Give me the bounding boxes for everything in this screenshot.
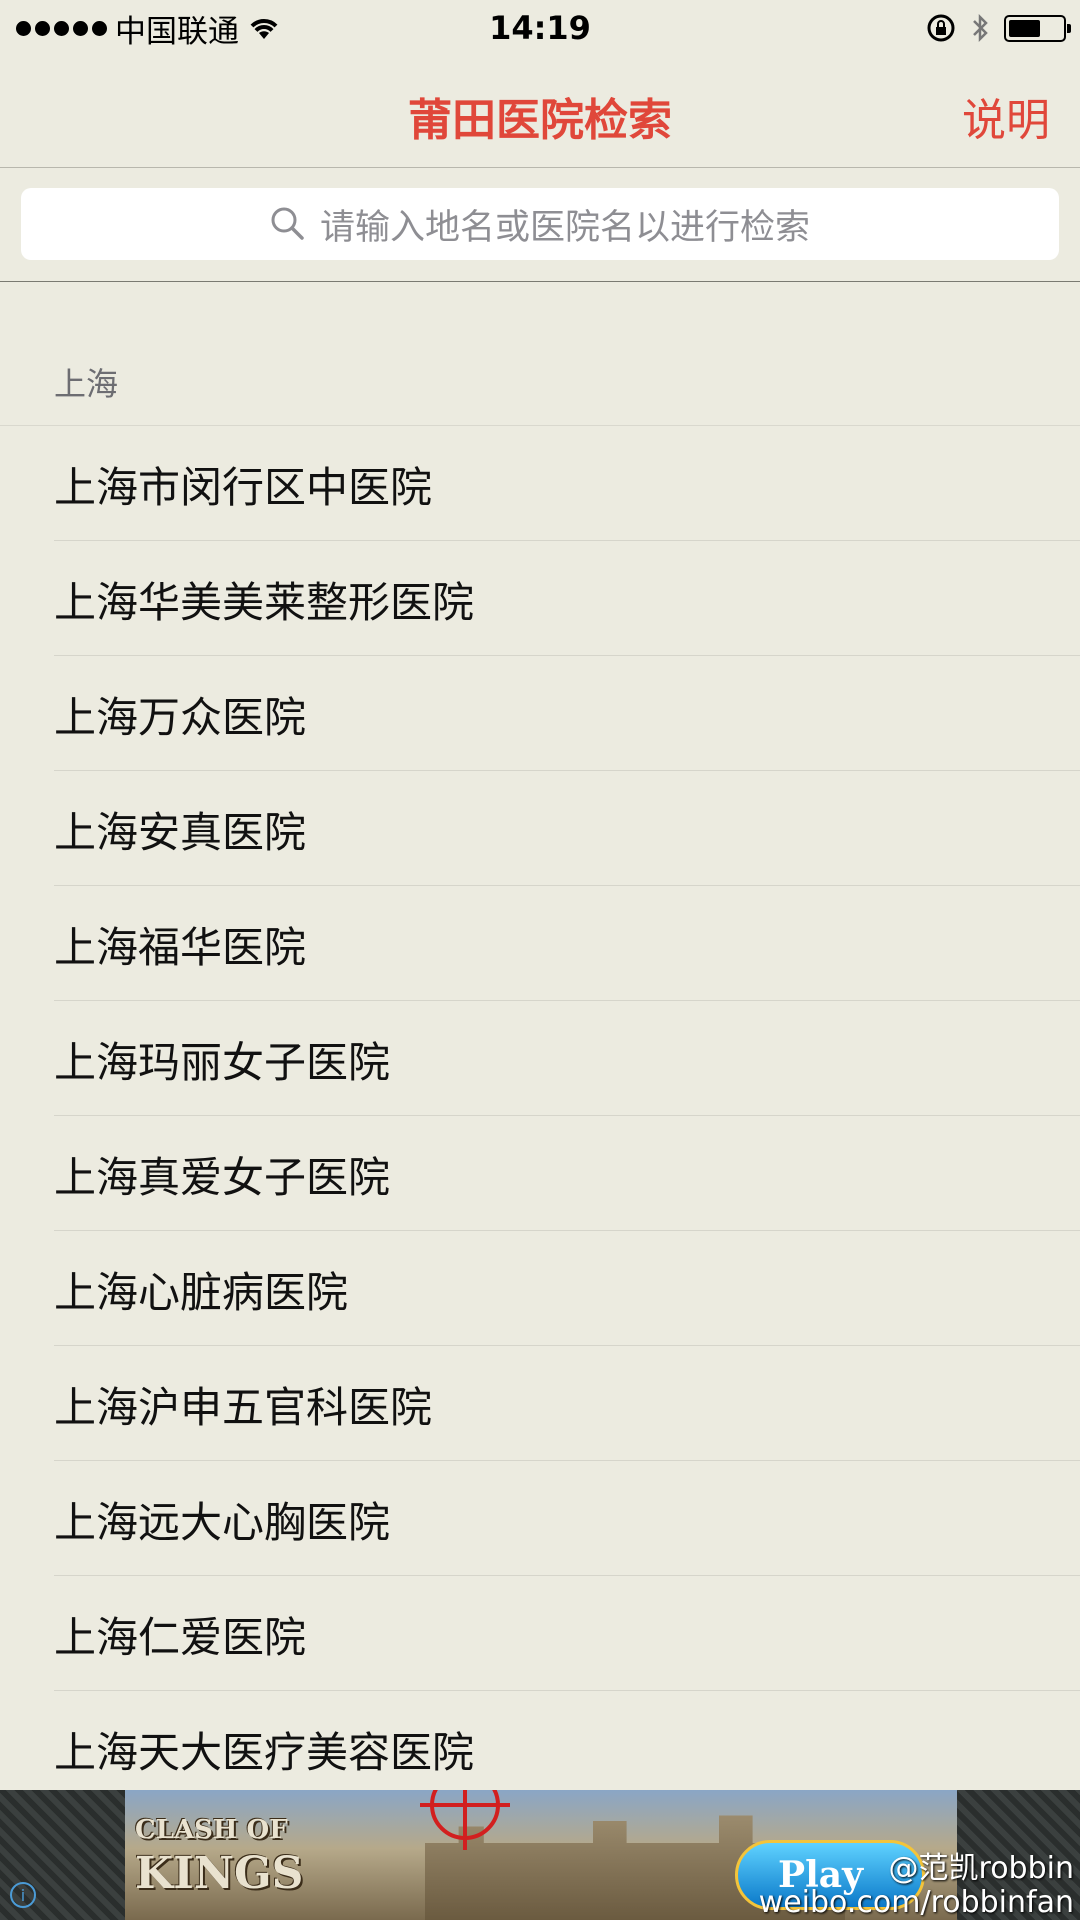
list-item[interactable]: 上海华美美莱整形医院 xyxy=(54,541,1080,656)
status-left: 中国联通 xyxy=(16,6,281,51)
status-right xyxy=(926,12,1071,44)
search-icon xyxy=(271,207,304,240)
game-logo: CLASH OF KINGS xyxy=(135,1815,304,1899)
carrier-label: 中国联通 xyxy=(115,13,239,50)
info-button[interactable]: 说明 xyxy=(962,84,1050,148)
navigation-bar: 莆田医院检索 说明 xyxy=(0,56,1080,168)
battery-icon xyxy=(1004,14,1071,42)
search-placeholder: 请输入地名或医院名以进行检索 xyxy=(319,207,810,248)
watermark-line1: @范凯robbin xyxy=(888,1851,1074,1886)
list-item[interactable]: 上海真爱女子医院 xyxy=(54,1116,1080,1231)
hospital-list: 上海 上海市闵行区中医院 上海华美美莱整形医院 上海万众医院 上海安真医院 上海… xyxy=(0,282,1080,1806)
list-item[interactable]: 上海心脏病医院 xyxy=(54,1231,1080,1346)
wifi-icon xyxy=(250,19,278,39)
list-item[interactable]: 上海万众医院 xyxy=(54,656,1080,771)
watermark-line2: weibo.com/robbinfan xyxy=(758,1885,1074,1920)
search-area: 请输入地名或医院名以进行检索 xyxy=(0,168,1080,282)
list-item[interactable]: 上海沪申五官科医院 xyxy=(54,1346,1080,1461)
list-item[interactable]: 上海玛丽女子医院 xyxy=(54,1001,1080,1116)
list-item[interactable]: 上海福华医院 xyxy=(54,886,1080,1001)
status-bar: 中国联通 14:19 xyxy=(0,0,1080,56)
section-header: 上海 xyxy=(0,282,1080,426)
list-item[interactable]: 上海仁爱医院 xyxy=(54,1576,1080,1691)
list-item[interactable]: 上海安真医院 xyxy=(54,771,1080,886)
crosshair-icon xyxy=(420,1790,510,1850)
list-item[interactable]: 上海远大心胸医院 xyxy=(54,1461,1080,1576)
rotation-lock-icon xyxy=(927,14,955,42)
ad-info-icon[interactable]: i xyxy=(10,1882,36,1908)
battery-fill xyxy=(1009,19,1041,37)
list-item[interactable]: 上海市闵行区中医院 xyxy=(54,426,1080,541)
list-item[interactable]: 上海天大医疗美容医院 xyxy=(54,1691,1080,1806)
bluetooth-icon xyxy=(973,13,988,43)
signal-strength-icon xyxy=(16,20,107,36)
watermark: @范凯robbin weibo.com/robbinfan xyxy=(759,1852,1074,1920)
page-title: 莆田医院检索 xyxy=(408,95,672,146)
search-input[interactable]: 请输入地名或医院名以进行检索 xyxy=(21,188,1059,260)
